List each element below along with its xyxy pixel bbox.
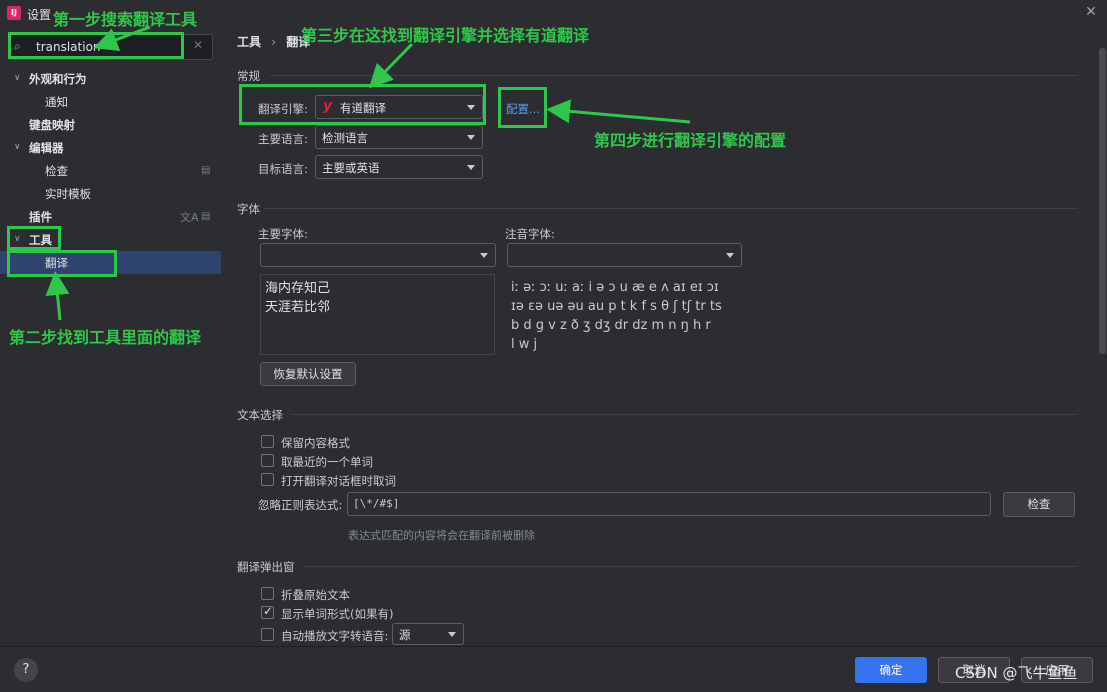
arrow-step4 bbox=[546, 99, 691, 124]
annotation-arrows bbox=[45, 25, 691, 321]
arrow-step1 bbox=[93, 25, 151, 51]
arrow-step3 bbox=[368, 42, 414, 89]
watermark: CSDN @飞牛鱼鱼 bbox=[955, 664, 1078, 682]
arrow-step2 bbox=[45, 271, 70, 321]
